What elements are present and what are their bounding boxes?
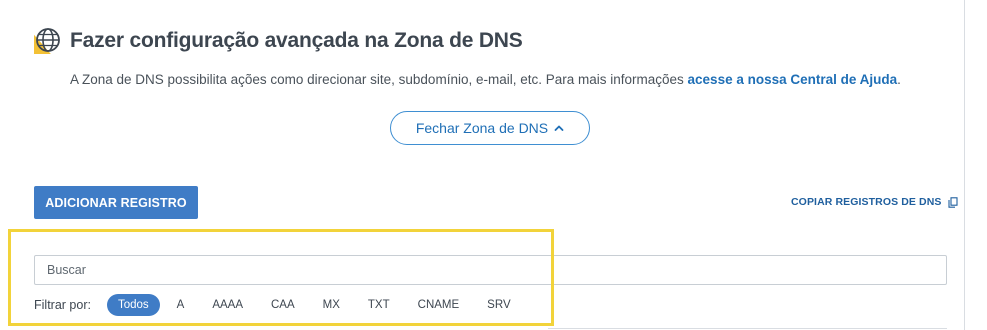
chevron-up-icon — [554, 125, 564, 131]
filter-label: Filtrar por: — [34, 298, 91, 312]
filter-chip-todos[interactable]: Todos — [106, 294, 160, 316]
search-input[interactable] — [34, 255, 947, 285]
filter-bar: Filtrar por: Todos A AAAA CAA MX TXT CNA… — [34, 294, 528, 316]
close-dns-zone-label: Fechar Zona de DNS — [415, 120, 549, 136]
filter-chip-txt[interactable]: TXT — [357, 294, 401, 316]
filter-chip-cname[interactable]: CNAME — [407, 294, 471, 316]
dns-zone-panel: Fazer configuração avançada na Zona de D… — [0, 0, 987, 330]
copy-icon — [948, 196, 959, 208]
help-center-link[interactable]: acesse a nossa Central de Ajuda — [688, 72, 898, 87]
filter-chip-a[interactable]: A — [166, 294, 196, 316]
section-header: Fazer configuração avançada na Zona de D… — [34, 26, 523, 56]
table-top-divider — [548, 328, 947, 329]
panel-right-border — [964, 0, 965, 330]
copy-dns-records-label: COPIAR REGISTROS DE DNS — [791, 196, 942, 208]
page-title: Fazer configuração avançada na Zona de D… — [70, 29, 523, 52]
description: A Zona de DNS possibilita ações como dir… — [70, 72, 901, 87]
filter-chip-aaaa[interactable]: AAAA — [201, 294, 254, 316]
filter-chip-mx[interactable]: MX — [312, 294, 351, 316]
close-dns-zone-button[interactable]: Fechar Zona de DNS — [390, 111, 590, 145]
add-record-button[interactable]: ADICIONAR REGISTRO — [34, 186, 198, 219]
copy-dns-records-link[interactable]: COPIAR REGISTROS DE DNS — [791, 196, 959, 208]
description-suffix: . — [897, 72, 901, 87]
description-text: A Zona de DNS possibilita ações como dir… — [70, 72, 688, 87]
filter-chip-caa[interactable]: CAA — [260, 294, 306, 316]
globe-icon — [34, 26, 64, 56]
filter-chip-srv[interactable]: SRV — [476, 294, 521, 316]
